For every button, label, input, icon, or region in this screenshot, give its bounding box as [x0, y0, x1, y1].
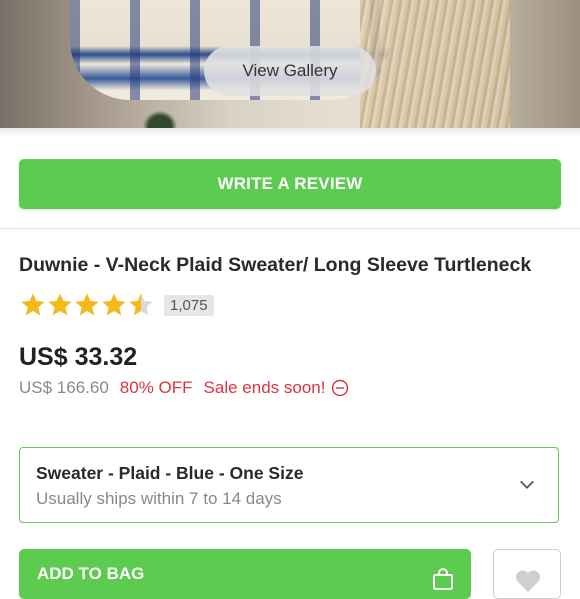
chevron-down-icon [520, 480, 534, 489]
clock-minus-icon [332, 379, 349, 397]
product-rating[interactable]: 1,075 [19, 291, 214, 319]
favorite-button[interactable] [493, 549, 561, 599]
current-price: US$ 33.32 [19, 343, 138, 371]
sale-ends-label: Sale ends soon! [203, 378, 326, 397]
heart-icon [515, 570, 541, 592]
shipping-estimate: Usually ships within 7 to 14 days [36, 489, 282, 508]
fringe-image-area [360, 0, 510, 128]
view-gallery-button[interactable]: View Gallery [204, 46, 376, 96]
discount-label: 80% OFF [119, 378, 193, 397]
price-details: US$ 166.60 80% OFF Sale ends soon! [19, 378, 349, 398]
product-title: Duwnie - V-Neck Plaid Sweater/ Long Slee… [19, 254, 532, 276]
product-hero-image[interactable]: View Gallery [0, 0, 580, 128]
variant-name: Sweater - Plaid - Blue - One Size [36, 463, 304, 483]
hero-shadow [0, 128, 580, 138]
star-icon [48, 293, 72, 316]
review-count-badge[interactable]: 1,075 [164, 294, 214, 316]
original-price: US$ 166.60 [19, 378, 109, 397]
add-to-bag-label: ADD TO BAG [37, 564, 145, 583]
write-review-button[interactable]: WRITE A REVIEW [19, 159, 561, 209]
shopping-bag-icon [433, 568, 453, 590]
add-to-bag-button[interactable]: ADD TO BAG [19, 549, 471, 599]
plant-image-area [140, 108, 180, 128]
review-section: WRITE A REVIEW [0, 138, 580, 229]
star-icon [75, 293, 99, 316]
star-icon [21, 293, 45, 316]
star-half-icon [129, 293, 153, 316]
star-icon [102, 293, 126, 316]
variant-selector[interactable]: Sweater - Plaid - Blue - One Size Usuall… [19, 447, 559, 523]
